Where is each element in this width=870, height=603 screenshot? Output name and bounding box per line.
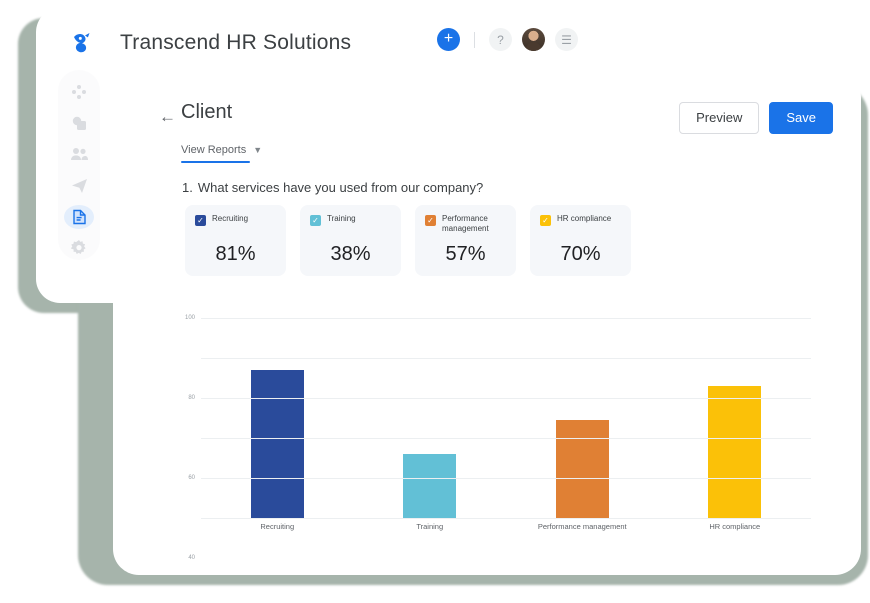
back-arrow-icon[interactable]: ← — [159, 108, 176, 125]
chart-bar — [708, 386, 762, 518]
bar-chart: 100 80 60 40 20 0 Recruiting Training Performan… — [173, 310, 823, 561]
tab-active-underline — [181, 161, 250, 163]
help-circle-icon[interactable]: ? — [489, 28, 512, 51]
stat-card-value: 81% — [215, 243, 256, 265]
chart-x-axis-labels: Recruiting Training Performance management… — [201, 522, 811, 556]
app-topbar: Transcend HR Solutions + ? ☰ — [36, 8, 596, 78]
chart-plot-area: 100 80 60 40 20 0 — [185, 315, 811, 561]
stat-card-header: ✓ Recruiting — [195, 214, 276, 226]
sidebar-item-settings[interactable] — [64, 236, 94, 260]
chart-bars — [201, 318, 811, 518]
content-header: ← Client Preview Save View Reports ▼ — [113, 72, 861, 164]
stat-card-header: ✓ Training — [310, 214, 391, 226]
stat-card[interactable]: ✓ Recruiting 81% — [185, 205, 286, 276]
chart-y-tick-label: 40 — [188, 555, 195, 561]
stat-card[interactable]: ✓ Training 38% — [300, 205, 401, 276]
checkbox-checked-icon[interactable]: ✓ — [195, 215, 206, 226]
stat-card-label: Training — [327, 214, 356, 223]
preview-button[interactable]: Preview — [679, 102, 760, 135]
tab-label: View Reports — [181, 144, 247, 156]
chart-gridline: 0 — [201, 518, 811, 519]
tab-bar: View Reports ▼ — [181, 144, 262, 163]
chart-y-tick-label: 60 — [188, 475, 195, 481]
sidebar-item-layers[interactable] — [64, 111, 94, 135]
chart-y-tick-label: 80 — [188, 395, 195, 401]
sidebar-item-send[interactable] — [64, 174, 94, 198]
chart-gridline: 100 — [185, 315, 811, 321]
stat-card-value: 38% — [330, 243, 371, 265]
stat-card-label: Recruiting — [212, 214, 249, 223]
stat-card-label: Performance management — [442, 214, 489, 233]
sidebar-rail — [58, 70, 100, 260]
page-title: Client — [181, 101, 233, 123]
chart-gridline: 40 — [188, 438, 811, 561]
stat-card-value: 57% — [445, 243, 486, 265]
stat-card-header: ✓ HR compliance — [540, 214, 621, 226]
stat-card[interactable]: ✓ Performance management 57% — [415, 205, 516, 276]
chart-x-tick-label: HR compliance — [709, 522, 761, 531]
chart-x-tick-label: Performance management — [537, 522, 627, 531]
chart-gridline: 60 — [188, 398, 811, 481]
question-body: What services have you used from our com… — [197, 180, 484, 195]
sidebar-item-network[interactable] — [64, 80, 94, 104]
question-number: 1. — [182, 180, 193, 195]
sidebar-item-document[interactable] — [64, 204, 94, 229]
chart-x-tick-label: Recruiting — [260, 522, 295, 531]
save-button[interactable]: Save — [769, 102, 833, 135]
checkbox-checked-icon[interactable]: ✓ — [310, 215, 321, 226]
chart-gridline: 80 — [188, 358, 811, 401]
app-title: Transcend HR Solutions — [120, 31, 352, 54]
bird-logo-icon — [66, 26, 100, 60]
stat-card-value: 70% — [560, 243, 601, 265]
stat-card-label: HR compliance — [557, 214, 612, 223]
chart-bar — [555, 420, 609, 518]
checkbox-checked-icon[interactable]: ✓ — [540, 215, 551, 226]
chart-bar — [403, 454, 457, 518]
stat-card-list: ✓ Recruiting 81% ✓ Training 38% ✓ Performance m… — [185, 205, 631, 276]
checkbox-checked-icon[interactable]: ✓ — [425, 215, 436, 226]
stat-card[interactable]: ✓ HR compliance 70% — [530, 205, 631, 276]
toolbar-divider — [474, 31, 475, 48]
hamburger-menu-icon[interactable]: ☰ — [555, 28, 578, 51]
tab-view-reports[interactable]: View Reports ▼ — [181, 144, 262, 161]
header-actions: Preview Save — [679, 102, 833, 135]
topbar-actions: + ? ☰ — [437, 28, 578, 51]
chart-bar — [250, 370, 304, 518]
add-button[interactable]: + — [437, 28, 460, 51]
chart-x-tick-label: Training — [416, 522, 444, 531]
sidebar-item-people[interactable] — [64, 142, 94, 166]
chart-gridline: 20 — [201, 478, 811, 479]
screenshot-root: Transcend HR Solutions + ? ☰ ← Client Pr… — [0, 0, 870, 603]
question-text: 1. What services have you used from our c… — [182, 180, 483, 195]
avatar[interactable] — [522, 28, 545, 51]
chart-y-tick-label: 100 — [184, 315, 195, 321]
chevron-down-icon[interactable]: ▼ — [253, 145, 262, 155]
content-panel: ← Client Preview Save View Reports ▼ 1. W… — [113, 72, 861, 575]
stat-card-header: ✓ Performance management — [425, 214, 506, 234]
